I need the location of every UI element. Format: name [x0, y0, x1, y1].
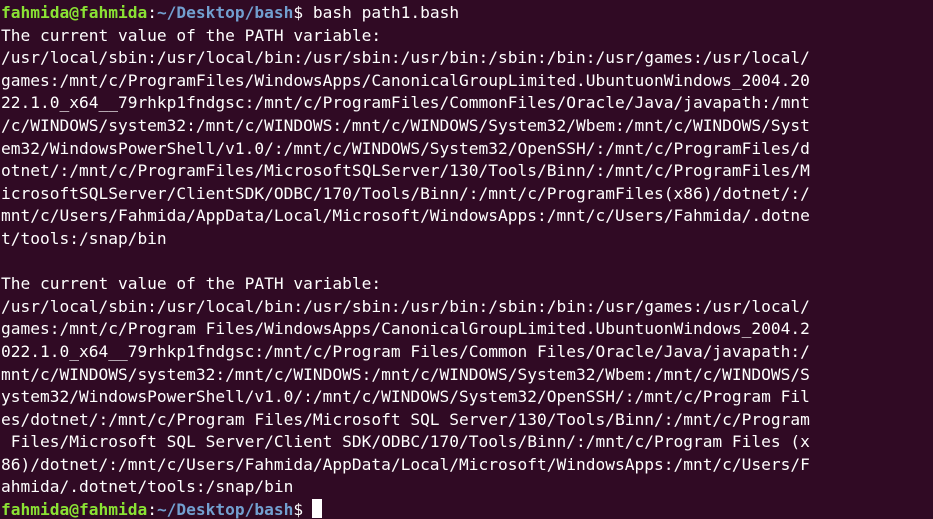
output-line: /usr/local/sbin:/usr/local/bin:/usr/sbin…: [1, 48, 810, 68]
output-line: icrosoftSQLServer/ClientSDK/ODBC/170/Too…: [1, 183, 810, 203]
output-line: 86)/dotnet/:/mnt/c/Users/Fahmida/AppData…: [1, 454, 810, 474]
command-text: bash path1.bash: [303, 3, 460, 22]
terminal-window[interactable]: fahmida@fahmida:~/Desktop/bash$ bash pat…: [0, 0, 933, 519]
output-line: mnt/c/Users/Fahmida/AppData/Local/Micros…: [1, 206, 810, 226]
prompt-line[interactable]: fahmida@fahmida:~/Desktop/bash$: [1, 499, 933, 519]
prompt-symbol: $: [293, 500, 304, 519]
output-line: games:/mnt/c/Program Files/WindowsApps/C…: [1, 319, 810, 339]
output-line: games:/mnt/c/ProgramFiles/WindowsApps/Ca…: [1, 70, 810, 90]
output-line: Files/Microsoft SQL Server/Client SDK/OD…: [1, 432, 810, 452]
output-line: em32/WindowsPowerShell/v1.0/:/mnt/c/WIND…: [1, 138, 810, 158]
output-line: ahmida/.dotnet/tools:/snap/bin: [1, 477, 294, 497]
prompt-user-host: fahmida@fahmida: [1, 500, 148, 519]
prompt-cwd: ~/Desktop/bash: [156, 3, 294, 22]
prompt-colon: :: [147, 500, 157, 519]
prompt-cwd: ~/Desktop/bash: [156, 500, 294, 519]
text-cursor[interactable]: [312, 499, 323, 519]
output-line: 022.1.0_x64__79rhkp1fndgsc:/mnt/c/Progra…: [1, 341, 810, 361]
output-line: ystem32/WindowsPowerShell/v1.0/:/mnt/c/W…: [1, 387, 810, 407]
prompt-user-host: fahmida@fahmida: [1, 3, 148, 22]
output-line: The current value of the PATH variable:: [1, 274, 382, 294]
output-line: es/dotnet/:/mnt/c/Program Files/Microsof…: [1, 409, 810, 429]
output-line: The current value of the PATH variable:: [1, 25, 382, 45]
output-line: otnet/:/mnt/c/ProgramFiles/MicrosoftSQLS…: [1, 161, 810, 181]
output-line: /usr/local/sbin:/usr/local/bin:/usr/sbin…: [1, 296, 810, 316]
output-line: /c/WINDOWS/system32:/mnt/c/WINDOWS:/mnt/…: [1, 115, 810, 135]
prompt-colon: :: [147, 3, 157, 22]
output-line: t/tools:/snap/bin: [1, 228, 167, 248]
output-line: mnt/c/WINDOWS/system32:/mnt/c/WINDOWS:/m…: [1, 364, 810, 384]
prompt-line: fahmida@fahmida:~/Desktop/bash$ bash pat…: [1, 2, 933, 25]
prompt-symbol: $: [293, 3, 304, 22]
output-line: 22.1.0_x64__79rhkp1fndgsc:/mnt/c/Program…: [1, 93, 810, 113]
